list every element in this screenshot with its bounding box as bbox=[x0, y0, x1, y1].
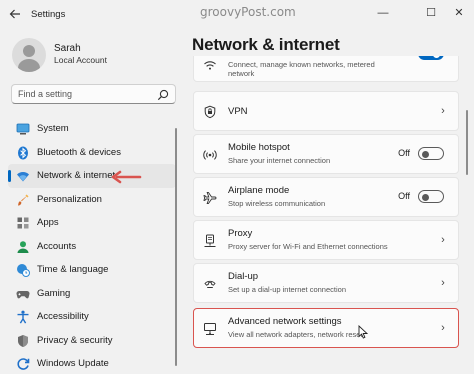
title-bar: Settings groovyPost.com — ☐ ✕ bbox=[0, 0, 474, 28]
chevron-right-icon: › bbox=[441, 277, 445, 289]
shield-icon bbox=[16, 334, 30, 348]
airplane-mode-toggle[interactable] bbox=[418, 190, 444, 203]
sidebar-item-gaming[interactable]: Gaming bbox=[8, 282, 176, 306]
wifi-icon bbox=[16, 169, 30, 183]
app-title: Settings bbox=[31, 9, 66, 20]
system-icon bbox=[16, 122, 30, 136]
chevron-right-icon: › bbox=[441, 234, 445, 246]
mobile-hotspot-card[interactable]: Mobile hotspot Share your internet conne… bbox=[193, 134, 459, 174]
proxy-icon bbox=[203, 234, 217, 248]
wifi-toggle[interactable] bbox=[418, 56, 444, 60]
sidebar-item-bluetooth[interactable]: Bluetooth & devices bbox=[8, 141, 176, 165]
dial-up-card[interactable]: Dial-up Set up a dial-up internet connec… bbox=[193, 263, 459, 303]
settings-list: Connect, manage known networks, metered … bbox=[193, 56, 459, 374]
sidebar-item-accessibility[interactable]: Accessibility bbox=[8, 305, 176, 329]
page-title: Network & internet bbox=[192, 35, 340, 54]
vpn-title: VPN bbox=[228, 106, 248, 117]
proxy-card[interactable]: Proxy Proxy server for Wi-Fi and Etherne… bbox=[193, 220, 459, 260]
advanced-network-settings-subtitle: View all network adapters, network reset bbox=[228, 330, 363, 339]
sidebar-item-label: Privacy & security bbox=[37, 334, 113, 346]
sidebar-item-label: Time & language bbox=[37, 264, 109, 275]
dial-up-title: Dial-up bbox=[228, 271, 259, 282]
user-name: Sarah bbox=[54, 43, 81, 54]
sidebar-item-label: Windows Update bbox=[37, 358, 109, 369]
search-box[interactable] bbox=[11, 84, 176, 104]
mobile-hotspot-toggle-label: Off bbox=[398, 148, 410, 158]
sidebar-item-label: Personalization bbox=[37, 193, 102, 205]
bluetooth-icon bbox=[16, 146, 30, 160]
airplane-icon bbox=[203, 191, 217, 205]
accessibility-icon bbox=[16, 310, 30, 324]
gamepad-icon bbox=[16, 287, 30, 301]
minimize-button[interactable]: — bbox=[373, 4, 393, 22]
search-icon[interactable] bbox=[157, 88, 169, 101]
sidebar-item-label: Apps bbox=[37, 217, 59, 228]
wifi-icon bbox=[203, 58, 217, 72]
red-arrow-annotation-icon bbox=[110, 170, 142, 184]
main-scrollbar[interactable] bbox=[466, 110, 468, 175]
dial-up-subtitle: Set up a dial-up internet connection bbox=[228, 285, 346, 294]
mobile-hotspot-toggle[interactable] bbox=[418, 147, 444, 160]
search-input[interactable] bbox=[18, 87, 153, 101]
chevron-right-icon: › bbox=[441, 322, 445, 334]
pc-network-icon bbox=[203, 322, 217, 336]
airplane-mode-toggle-label: Off bbox=[398, 191, 410, 201]
airplane-mode-card[interactable]: Airplane mode Stop wireless communicatio… bbox=[193, 177, 459, 217]
person-icon bbox=[16, 240, 30, 254]
sidebar-item-system[interactable]: System bbox=[8, 117, 176, 141]
sidebar-item-label: Network & internet bbox=[37, 170, 116, 181]
apps-icon bbox=[16, 216, 30, 230]
sidebar-item-label: Accounts bbox=[37, 240, 77, 252]
advanced-network-settings-title: Advanced network settings bbox=[228, 316, 342, 327]
sidebar-item-network[interactable]: Network & internet bbox=[8, 164, 176, 188]
proxy-title: Proxy bbox=[228, 228, 253, 239]
vpn-card[interactable]: VPN › bbox=[193, 91, 459, 131]
sidebar-item-label: Gaming bbox=[37, 287, 71, 299]
sidebar-item-label: Accessibility bbox=[37, 311, 89, 322]
globe-clock-icon bbox=[16, 263, 30, 277]
update-icon bbox=[16, 357, 30, 371]
airplane-mode-title: Airplane mode bbox=[228, 185, 290, 196]
maximize-button[interactable]: ☐ bbox=[421, 4, 441, 22]
close-button[interactable]: ✕ bbox=[449, 4, 469, 22]
sidebar-item-label: Bluetooth & devices bbox=[37, 146, 121, 158]
mobile-hotspot-title: Mobile hotspot bbox=[228, 142, 290, 153]
sidebar-item-apps[interactable]: Apps bbox=[8, 211, 176, 235]
mobile-hotspot-subtitle: Share your internet connection bbox=[228, 156, 331, 165]
dialup-icon bbox=[203, 277, 217, 291]
watermark: groovyPost.com bbox=[200, 5, 296, 19]
sidebar-nav: System Bluetooth & devices Network & int… bbox=[8, 117, 176, 374]
wifi-card-subtitle: Connect, manage known networks, metered … bbox=[228, 60, 375, 78]
sidebar-item-windows-update[interactable]: Windows Update bbox=[8, 352, 176, 374]
back-arrow-icon[interactable] bbox=[8, 7, 22, 21]
airplane-mode-subtitle: Stop wireless communication bbox=[228, 199, 326, 208]
wifi-card[interactable]: Connect, manage known networks, metered … bbox=[193, 56, 459, 82]
user-account-type: Local Account bbox=[54, 55, 107, 65]
settings-window: Settings groovyPost.com — ☐ ✕ Sarah Loca… bbox=[0, 0, 474, 374]
sidebar-item-accounts[interactable]: Accounts bbox=[8, 235, 176, 259]
sidebar-item-privacy-security[interactable]: Privacy & security bbox=[8, 329, 176, 353]
sidebar-item-label: System bbox=[37, 123, 69, 134]
proxy-subtitle: Proxy server for Wi-Fi and Ethernet conn… bbox=[228, 242, 388, 251]
wifi-toggle-label: On bbox=[394, 56, 406, 58]
sidebar-item-personalization[interactable]: Personalization bbox=[8, 188, 176, 212]
avatar[interactable] bbox=[12, 38, 46, 72]
brush-icon bbox=[16, 193, 30, 207]
advanced-network-settings-card[interactable]: Advanced network settings View all netwo… bbox=[193, 308, 459, 348]
sidebar-scrollbar[interactable] bbox=[175, 128, 177, 366]
vpn-shield-icon bbox=[203, 105, 217, 119]
sidebar-item-time-language[interactable]: Time & language bbox=[8, 258, 176, 282]
mouse-cursor-icon bbox=[358, 324, 369, 339]
chevron-right-icon: › bbox=[441, 105, 445, 117]
hotspot-icon bbox=[203, 148, 217, 162]
